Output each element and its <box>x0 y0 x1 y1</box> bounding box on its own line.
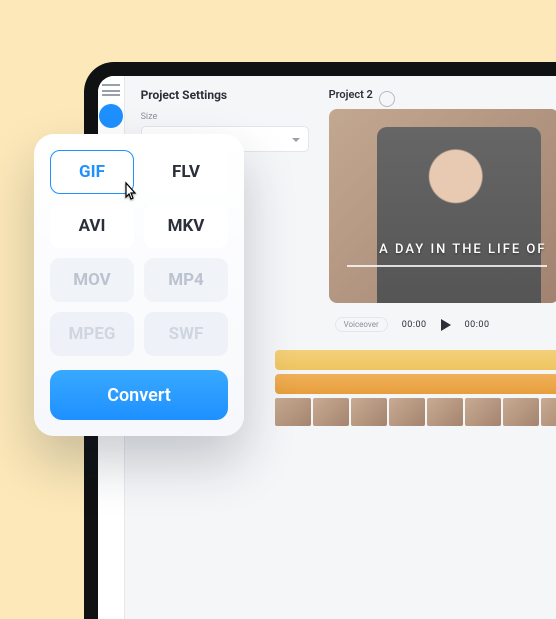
thumbnail[interactable] <box>313 398 349 426</box>
voiceover-pill[interactable]: Voiceover <box>335 317 388 332</box>
preview-image <box>377 127 541 303</box>
overlay-underline <box>347 265 547 267</box>
video-preview[interactable]: A DAY IN THE LIFE OF <box>329 109 556 303</box>
cloud-icon[interactable] <box>379 91 395 107</box>
format-option-mpeg[interactable]: MPEG <box>50 312 134 356</box>
playback-controls: Voiceover 00:00 00:00 <box>335 317 556 332</box>
thumbnail[interactable] <box>351 398 387 426</box>
format-option-mov[interactable]: MOV <box>50 258 134 302</box>
timeline[interactable] <box>325 350 556 426</box>
thumbnail[interactable] <box>503 398 539 426</box>
overlay-text: A DAY IN THE LIFE OF <box>379 242 546 257</box>
size-label: Size <box>141 112 309 122</box>
pointer-cursor-icon <box>118 180 142 208</box>
format-option-avi[interactable]: AVI <box>50 204 134 248</box>
hamburger-icon[interactable] <box>102 84 120 96</box>
time-left: 00:00 <box>402 320 427 330</box>
thumbnail[interactable] <box>465 398 501 426</box>
format-option-swf[interactable]: SWF <box>144 312 228 356</box>
format-option-mkv[interactable]: MKV <box>144 204 228 248</box>
thumbnail[interactable] <box>427 398 463 426</box>
settings-icon[interactable] <box>99 104 123 128</box>
format-option-mp4[interactable]: MP4 <box>144 258 228 302</box>
thumbnail-strip[interactable] <box>275 398 556 426</box>
format-option-flv[interactable]: FLV <box>144 150 228 194</box>
timeline-track[interactable] <box>275 350 556 370</box>
panel-title: Project Settings <box>141 88 309 102</box>
convert-button[interactable]: Convert <box>50 370 228 420</box>
thumbnail[interactable] <box>541 398 556 426</box>
thumbnail[interactable] <box>389 398 425 426</box>
thumbnail[interactable] <box>275 398 311 426</box>
timeline-track[interactable] <box>275 374 556 394</box>
play-icon[interactable] <box>441 319 451 331</box>
project-name: Project 2 <box>329 88 373 101</box>
time-right: 00:00 <box>465 320 490 330</box>
